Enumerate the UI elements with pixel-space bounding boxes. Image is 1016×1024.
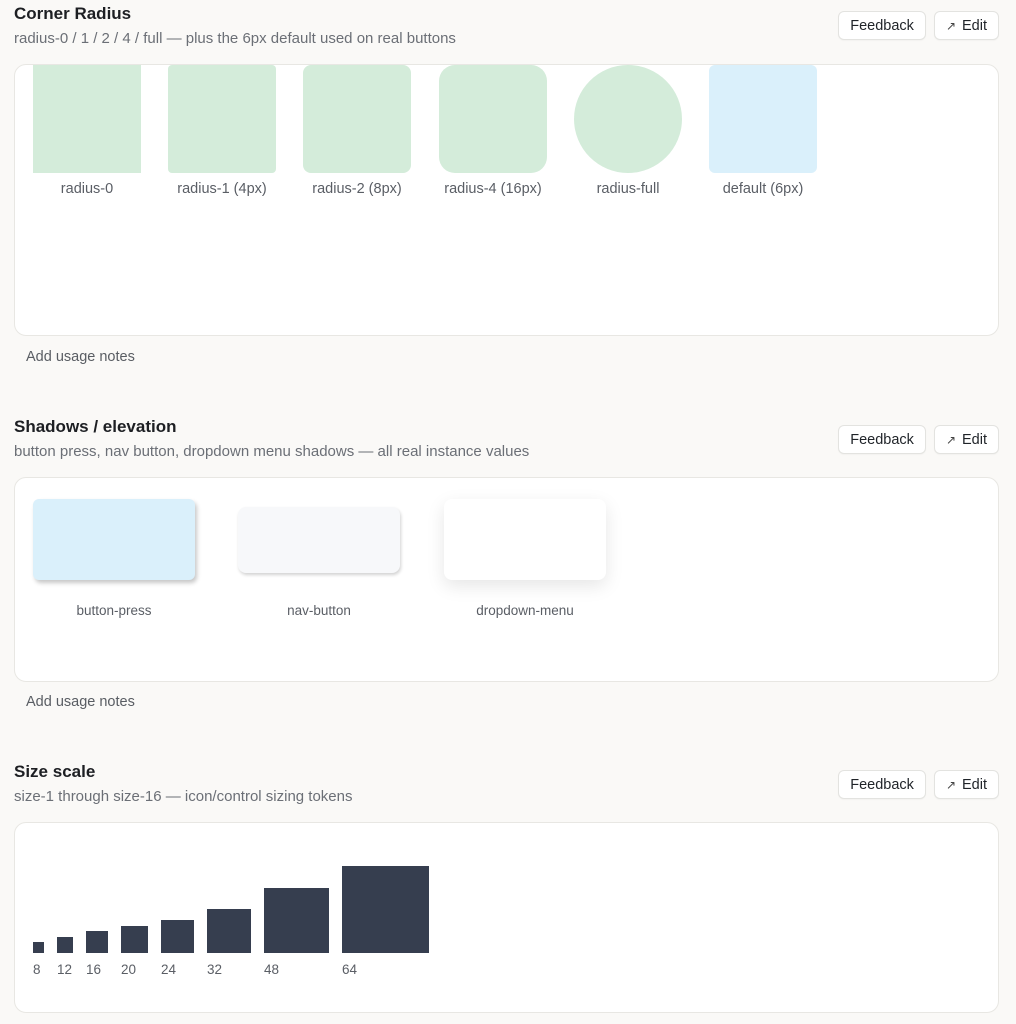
shadow-box — [444, 499, 606, 580]
size-bar-12 — [57, 937, 73, 953]
radius-label: radius-full — [596, 181, 660, 197]
size-bar-32 — [207, 909, 251, 953]
shadow-box — [238, 507, 400, 573]
radius-label: radius-1 (4px) — [177, 181, 267, 197]
radius-swatch-5: default (6px) — [709, 65, 817, 197]
section-title: Corner Radius — [14, 4, 132, 23]
section-subtitle: button press, nav button, dropdown menu … — [14, 443, 530, 460]
section-actions: Feedback ↗ Edit — [838, 11, 999, 40]
size-tick-label: 20 — [121, 962, 136, 977]
size-bar-48 — [264, 888, 329, 953]
shadow-swatch-button-press: button-press — [33, 499, 195, 618]
size-tick-label: 64 — [342, 962, 358, 977]
shadow-swatch-nav-button: nav-button — [238, 507, 400, 618]
shadow-label: nav-button — [287, 603, 351, 618]
radius-swatch-2: radius-2 (8px) — [303, 65, 411, 197]
size-bar-64 — [342, 866, 429, 953]
radius-swatch-4: radius-full — [574, 65, 682, 197]
edit-label: Edit — [962, 17, 987, 34]
feedback-label: Feedback — [850, 17, 914, 34]
feedback-button[interactable]: Feedback — [838, 425, 926, 454]
size-scale-card: 8 12 16 20 24 32 48 64 — [14, 822, 999, 1013]
section-title: Shadows / elevation — [14, 417, 177, 436]
feedback-label: Feedback — [850, 431, 914, 448]
radius-box — [168, 65, 276, 173]
size-scale-chart: 8 12 16 20 24 32 48 64 — [33, 866, 429, 977]
edit-button[interactable]: ↗ Edit — [933, 770, 999, 799]
shadow-label: button-press — [76, 603, 152, 618]
radius-card: radius-0 radius-1 (4px) radius-2 (8px) r… — [14, 64, 999, 336]
radius-box — [574, 65, 682, 173]
feedback-button[interactable]: Feedback — [838, 11, 926, 40]
arrow-up-right-icon: ↗ — [945, 777, 956, 792]
radius-box — [439, 65, 547, 173]
size-bar-16 — [86, 931, 108, 953]
feedback-label: Feedback — [850, 776, 914, 793]
size-tick-label: 48 — [264, 962, 279, 977]
size-bar-8 — [33, 942, 44, 953]
radius-box — [303, 65, 411, 173]
section-subtitle: radius-0 / 1 / 2 / 4 / full — plus the 6… — [14, 30, 456, 47]
size-tick-label: 32 — [207, 962, 222, 977]
edit-label: Edit — [962, 776, 987, 793]
radius-label: radius-2 (8px) — [312, 181, 402, 197]
size-bar-20 — [121, 926, 148, 953]
size-bar-24 — [161, 920, 194, 953]
shadow-swatch-dropdown-menu: dropdown-menu — [444, 499, 606, 618]
shadows-card: button-press nav-button dropdown-menu — [14, 477, 999, 682]
edit-button[interactable]: ↗ Edit — [933, 425, 999, 454]
section-actions: Feedback ↗ Edit — [838, 425, 999, 454]
radius-swatch-0: radius-0 — [33, 65, 141, 197]
radius-label: default (6px) — [722, 181, 804, 197]
arrow-up-right-icon: ↗ — [945, 18, 956, 33]
size-tick-label: 12 — [57, 962, 72, 977]
section-actions: Feedback ↗ Edit — [838, 770, 999, 799]
section-title: Size scale — [14, 762, 96, 781]
section-size-scale: Size scale size-1 through size-16 — icon… — [14, 758, 999, 1024]
section-subtitle: size-1 through size-16 — icon/control si… — [14, 788, 353, 805]
size-tick-label: 24 — [161, 962, 177, 977]
radius-label: radius-0 — [60, 181, 114, 197]
edit-label: Edit — [962, 431, 987, 448]
shadow-label: dropdown-menu — [476, 603, 574, 618]
add-usage-notes[interactable]: Add usage notes — [26, 349, 135, 365]
shadow-box — [33, 499, 195, 580]
edit-button[interactable]: ↗ Edit — [933, 11, 999, 40]
arrow-up-right-icon: ↗ — [945, 432, 956, 447]
radius-box — [709, 65, 817, 173]
radius-label: radius-4 (16px) — [444, 181, 542, 197]
section-corner-radius: Corner Radius radius-0 / 1 / 2 / 4 / ful… — [14, 0, 999, 380]
feedback-button[interactable]: Feedback — [838, 770, 926, 799]
size-tick-label: 16 — [86, 962, 101, 977]
add-usage-notes[interactable]: Add usage notes — [26, 694, 135, 710]
radius-swatch-3: radius-4 (16px) — [439, 65, 547, 197]
section-shadows: Shadows / elevation button press, nav bu… — [14, 413, 999, 723]
radius-swatch-1: radius-1 (4px) — [168, 65, 276, 197]
size-tick-label: 8 — [33, 962, 41, 977]
radius-box — [33, 65, 141, 173]
